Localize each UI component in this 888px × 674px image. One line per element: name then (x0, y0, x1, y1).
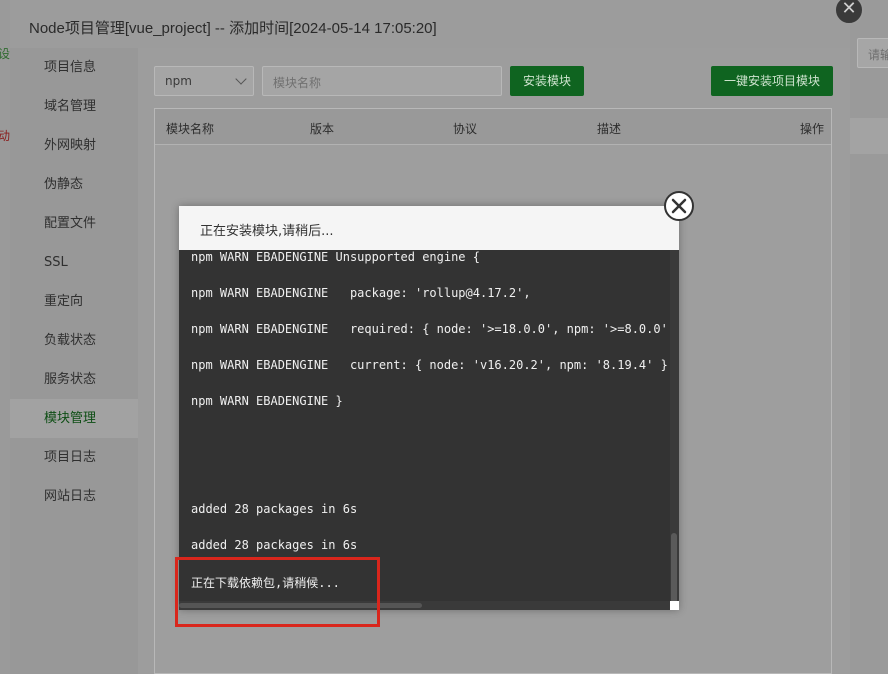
column-header-license: 协议 (453, 122, 478, 136)
column-header-actions: 操作 (800, 122, 825, 136)
background-text: 动 (0, 129, 11, 143)
console-line: npm WARN EBADENGINE required: { node: '>… (191, 322, 679, 336)
install-modal: 正在安装模块,请稍后... npm WARN EBADENGINE Unsupp… (179, 206, 679, 610)
console-line: npm WARN EBADENGINE Unsupported engine { (191, 250, 480, 264)
sidebar-item-load-status[interactable]: 负载状态 (10, 321, 138, 360)
highlight-annotation (175, 557, 380, 627)
sidebar-item-ssl[interactable]: SSL (10, 243, 138, 282)
sidebar-item-project-log[interactable]: 项目日志 (10, 438, 138, 477)
sidebar-item-module-management[interactable]: 模块管理 (10, 399, 138, 438)
scrollbar-corner (670, 601, 679, 610)
table-header: 模块名称 版本 协议 描述 操作 (155, 109, 831, 145)
console-line: npm WARN EBADENGINE package: 'rollup@4.1… (191, 286, 531, 300)
console-line: added 28 packages in 6s (191, 502, 358, 516)
background-search-input[interactable]: 请输 (857, 38, 888, 68)
sidebar: 项目信息 域名管理 外网映射 伪静态 配置文件 SSL 重定向 负载状态 服务状… (10, 48, 138, 674)
close-icon[interactable] (664, 191, 694, 221)
column-header-name: 模块名称 (166, 122, 215, 136)
sidebar-item-service-status[interactable]: 服务状态 (10, 360, 138, 399)
sidebar-item-redirect[interactable]: 重定向 (10, 282, 138, 321)
install-all-modules-button[interactable]: 一键安装项目模块 (711, 66, 833, 96)
column-header-description: 描述 (597, 122, 622, 136)
background-table-header (850, 118, 888, 154)
background-text: 设 (0, 47, 11, 61)
sidebar-item-rewrite[interactable]: 伪静态 (10, 165, 138, 204)
modal-title: 正在安装模块,请稍后... (179, 206, 679, 250)
close-icon-glyph (671, 198, 687, 214)
sidebar-item-port-mapping[interactable]: 外网映射 (10, 126, 138, 165)
package-manager-value: npm (165, 74, 192, 88)
install-module-button[interactable]: 安装模块 (510, 66, 584, 96)
sidebar-item-project-info[interactable]: 项目信息 (10, 48, 138, 87)
module-name-input[interactable]: 模块名称 (262, 66, 502, 96)
scrollbar-thumb[interactable] (671, 533, 677, 603)
console-line: npm WARN EBADENGINE } (191, 394, 343, 408)
chevron-down-icon (235, 73, 247, 85)
console-vertical-scrollbar[interactable] (670, 250, 679, 610)
install-console: npm WARN EBADENGINE Unsupported engine {… (179, 250, 679, 610)
column-header-version: 版本 (310, 122, 335, 136)
package-manager-select[interactable]: npm (154, 66, 254, 96)
dialog-title: Node项目管理[vue_project] -- 添加时间[2024-05-14… (29, 20, 437, 37)
console-line: npm WARN EBADENGINE current: { node: 'v1… (191, 358, 668, 372)
sidebar-item-domain[interactable]: 域名管理 (10, 87, 138, 126)
sidebar-item-config-file[interactable]: 配置文件 (10, 204, 138, 243)
sidebar-item-site-log[interactable]: 网站日志 (10, 477, 138, 516)
console-line: added 28 packages in 6s (191, 538, 358, 552)
